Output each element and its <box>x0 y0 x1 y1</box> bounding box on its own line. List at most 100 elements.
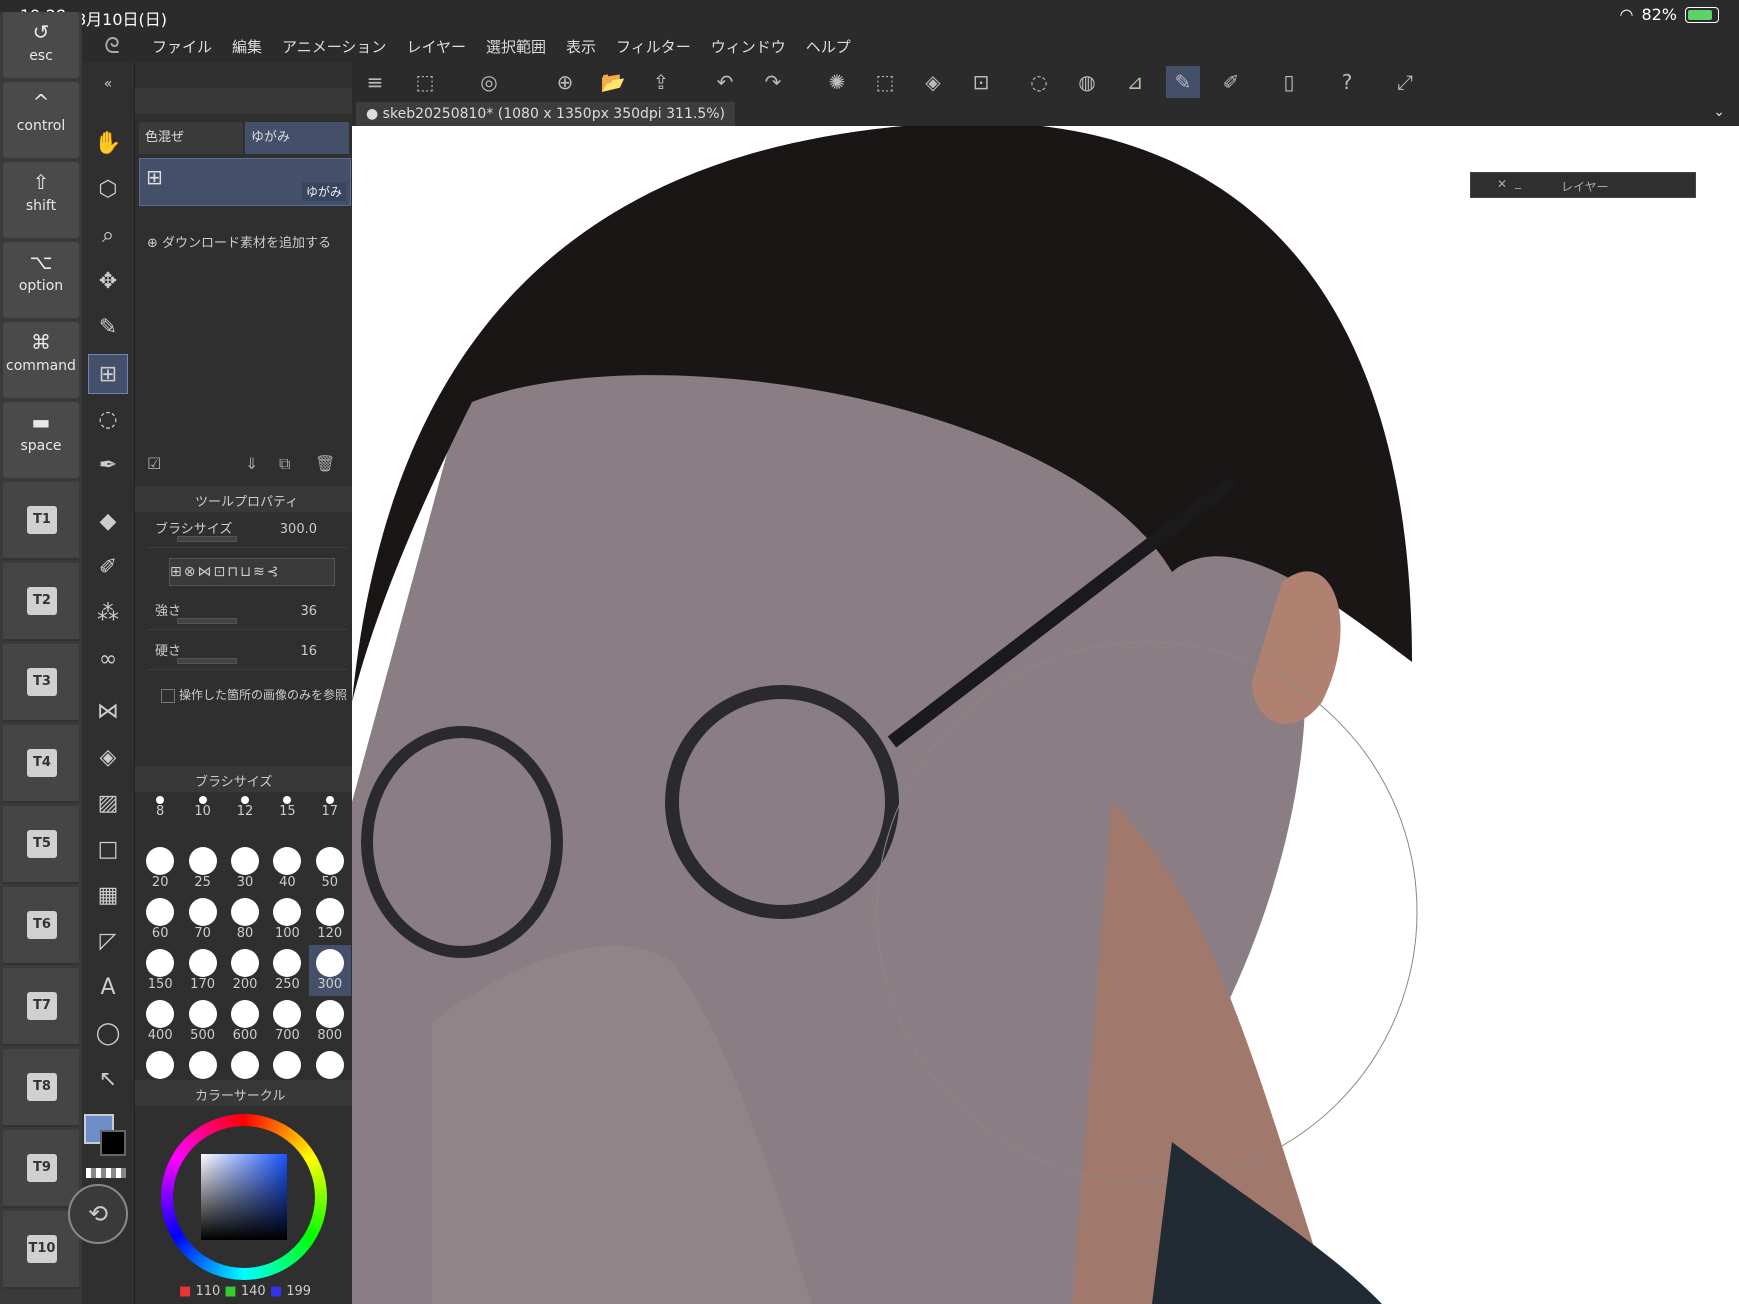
key-t2[interactable]: T2 <box>3 563 79 641</box>
ruler-icon[interactable]: ⊿ <box>1118 66 1152 98</box>
strength-row[interactable]: 強さ 36 <box>147 596 347 630</box>
subtool-delete-icon[interactable]: 🗑 <box>315 454 335 473</box>
key-t6[interactable]: T6 <box>3 887 79 965</box>
pen-tool-icon[interactable]: ✒ <box>88 446 128 486</box>
layer-panel[interactable]: ✕ _ レイヤー <box>1470 172 1696 198</box>
transparent-color-swatch[interactable] <box>86 1168 126 1178</box>
brush-size-option[interactable]: 500 <box>181 996 223 1047</box>
fill-tool-icon[interactable]: ◈ <box>88 738 128 778</box>
lasso-tool-icon[interactable]: ◌ <box>88 400 128 440</box>
key-t3[interactable]: T3 <box>3 644 79 722</box>
subtool-duplicate-icon[interactable]: ⧉ <box>279 454 290 474</box>
brush-size-option[interactable]: 17 <box>309 792 351 843</box>
key-t5[interactable]: T5 <box>3 806 79 884</box>
subtool-item-liquify[interactable]: ⊞ ゆがみ <box>139 158 351 206</box>
menu-layer[interactable]: レイヤー <box>396 36 476 57</box>
brush-tool-icon[interactable]: ✐ <box>88 548 128 588</box>
key-shift[interactable]: ⇧ shift <box>3 162 79 238</box>
transform-icon[interactable]: ⬚ <box>408 66 442 98</box>
brush-size-option[interactable]: 700 <box>266 996 308 1047</box>
brush-size-option[interactable]: 15 <box>266 792 308 843</box>
brush-size-option[interactable]: 600 <box>224 996 266 1047</box>
blend-tool-icon[interactable]: ⋈ <box>88 692 128 732</box>
document-tab[interactable]: ● skeb20250810* (1080 x 1350px 350dpi 31… <box>356 102 735 126</box>
menu-file[interactable]: ファイル <box>142 36 222 57</box>
brush-size-option[interactable]: 50 <box>309 843 351 894</box>
key-t10[interactable]: T10 <box>3 1211 79 1289</box>
eyedropper-tool-icon[interactable]: ✎ <box>88 308 128 348</box>
brush-size-option[interactable]: 20 <box>139 843 181 894</box>
app-logo-icon[interactable]: ᘓ <box>82 34 142 59</box>
brush-size-option[interactable]: 200 <box>224 945 266 996</box>
brush-size-option[interactable]: 40 <box>266 843 308 894</box>
menu-animation[interactable]: アニメーション <box>272 36 396 57</box>
open-folder-icon[interactable]: 📂 <box>596 66 630 98</box>
brush-size-option[interactable]: 12 <box>224 792 266 843</box>
hardness-value[interactable]: 16 <box>300 644 317 659</box>
brush-size-option[interactable]: 150 <box>139 945 181 996</box>
brush-size-value[interactable]: 300.0 <box>280 522 317 537</box>
export-icon[interactable]: ⇪ <box>644 66 678 98</box>
undo-icon[interactable]: ↶ <box>708 66 742 98</box>
hand-tool-icon[interactable]: ✋ <box>88 124 128 164</box>
eraser-tool-icon[interactable]: ◆ <box>88 502 128 542</box>
spiral-icon[interactable]: ◎ <box>472 66 506 98</box>
brush-size-option[interactable]: 100 <box>266 894 308 945</box>
lasso-icon[interactable]: ◌ <box>1022 66 1056 98</box>
deselect-icon[interactable]: ◍ <box>1070 66 1104 98</box>
brush-size-option[interactable]: 30 <box>224 843 266 894</box>
key-t4[interactable]: T4 <box>3 725 79 803</box>
color-wheel[interactable] <box>161 1114 327 1280</box>
subtool-copy-icon[interactable]: ⇓ <box>245 454 258 473</box>
background-color-swatch[interactable] <box>100 1130 126 1156</box>
operation-tool-icon[interactable]: ⬡ <box>88 170 128 210</box>
hardness-row[interactable]: 硬さ 16 <box>147 636 347 670</box>
brush-size-option[interactable]: 120 <box>309 894 351 945</box>
minimize-icon[interactable]: _ <box>1515 175 1521 189</box>
key-esc[interactable]: ↺ esc <box>3 12 79 78</box>
brush-size-option[interactable]: 800 <box>309 996 351 1047</box>
brush-size-option[interactable]: 400 <box>139 996 181 1047</box>
brush-size-slider[interactable] <box>177 536 237 542</box>
artwork[interactable] <box>352 102 1739 1304</box>
ruler-tool-icon[interactable]: ◸ <box>88 922 128 962</box>
menu-view[interactable]: 表示 <box>556 36 606 57</box>
strength-slider[interactable] <box>177 618 237 624</box>
tab-color-mix[interactable]: 色混ぜ <box>139 122 243 154</box>
collapse-icon[interactable]: « <box>88 64 128 104</box>
decoration-tool-icon[interactable]: ∞ <box>88 640 128 680</box>
liquify-tool-icon[interactable]: ⊞ <box>88 354 128 394</box>
help-icon[interactable]: ? <box>1330 66 1364 98</box>
fill-icon[interactable]: ◈ <box>916 66 950 98</box>
add-download-material[interactable]: ⊕ ダウンロード素材を追加する <box>147 232 331 251</box>
key-t9[interactable]: T9 <box>3 1130 79 1208</box>
device-icon[interactable]: ▯ <box>1272 66 1306 98</box>
zoom-tool-icon[interactable]: ⌕ <box>88 216 128 256</box>
brush-size-option[interactable]: 170 <box>181 945 223 996</box>
move-tool-icon[interactable]: ✥ <box>88 262 128 302</box>
shape-tool-icon[interactable]: □ <box>88 830 128 870</box>
crop-icon[interactable]: ⊡ <box>964 66 998 98</box>
brush-icon[interactable]: ✎ <box>1166 66 1200 98</box>
menu-icon[interactable]: ≡ <box>358 66 392 98</box>
key-control[interactable]: ^ control <box>3 82 79 158</box>
brush-size-option[interactable]: 70 <box>181 894 223 945</box>
chevron-down-icon[interactable]: ⌄ <box>1713 104 1725 120</box>
redo-icon[interactable]: ↷ <box>756 66 790 98</box>
key-space[interactable]: ▬ space <box>3 402 79 478</box>
color-switch-icon[interactable]: ⟲ <box>68 1184 128 1244</box>
reference-checkbox-row[interactable]: 操作した箇所の画像のみを参照 <box>161 686 347 703</box>
brush-size-row[interactable]: ブラシサイズ 300.0 <box>147 514 347 548</box>
key-t8[interactable]: T8 <box>3 1049 79 1127</box>
brush-size-option[interactable]: 10 <box>181 792 223 843</box>
key-option[interactable]: ⌥ option <box>3 242 79 318</box>
menu-window[interactable]: ウィンドウ <box>701 36 796 57</box>
gradient-tool-icon[interactable]: ▨ <box>88 784 128 824</box>
balloon-tool-icon[interactable]: ◯ <box>88 1014 128 1054</box>
select-all-icon[interactable]: ⬚ <box>868 66 902 98</box>
canvas-area[interactable] <box>352 102 1739 1304</box>
airbrush-tool-icon[interactable]: ⁂ <box>88 594 128 634</box>
menu-edit[interactable]: 編集 <box>222 36 272 57</box>
brush-size-option[interactable]: 250 <box>266 945 308 996</box>
brush-size-option[interactable]: 300 <box>308 945 351 996</box>
